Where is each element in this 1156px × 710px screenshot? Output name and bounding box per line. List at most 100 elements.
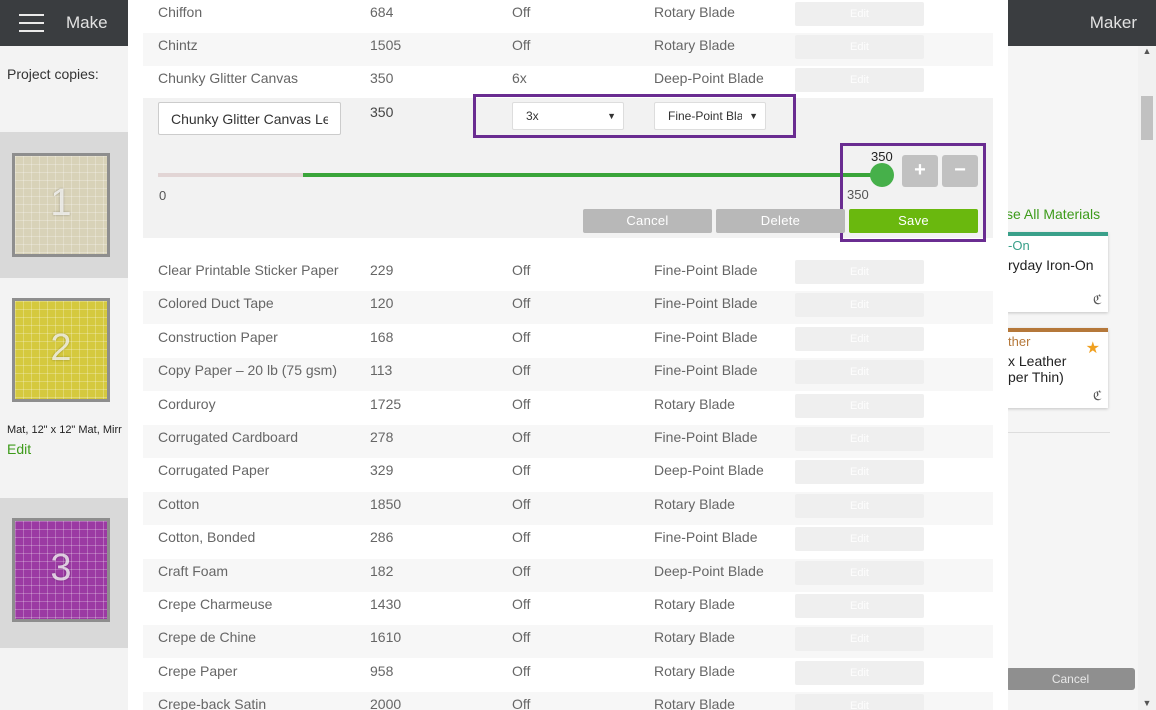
multi-cut-value: Off xyxy=(512,4,531,20)
mat-edit-link[interactable]: Edit xyxy=(7,441,31,457)
mat-description: Mat, 12" x 12" Mat, Mirr xyxy=(7,424,122,436)
blade-value: Deep-Point Blade xyxy=(654,563,764,579)
multi-cut-value: Off xyxy=(512,629,531,645)
material-name: Construction Paper xyxy=(158,329,278,345)
pressure-value: 168 xyxy=(370,329,394,345)
material-name: Copy Paper – 20 lb (75 gsm) xyxy=(158,362,337,378)
edit-button[interactable]: Edit xyxy=(795,68,924,92)
multi-cut-select[interactable]: 3x ▼ xyxy=(512,102,624,130)
pressure-value: 182 xyxy=(370,563,394,579)
save-button[interactable]: Save xyxy=(849,209,978,233)
edit-button[interactable]: Edit xyxy=(795,327,924,351)
blade-value: Rotary Blade xyxy=(654,696,735,710)
multi-cut-value: Off xyxy=(512,462,531,478)
cricut-c-icon: ℭ xyxy=(1092,388,1102,403)
edit-button[interactable]: Edit xyxy=(795,260,924,284)
multi-cut-value: 6x xyxy=(512,70,527,86)
mat-preview-1[interactable]: 1 xyxy=(0,132,128,278)
multi-cut-selected: 3x xyxy=(526,109,539,123)
material-name: Chiffon xyxy=(158,4,203,20)
pressure-value: 350 xyxy=(370,104,394,120)
multi-cut-value: Off xyxy=(512,37,531,53)
edit-button[interactable]: Edit xyxy=(795,35,924,59)
star-icon[interactable]: ★ xyxy=(1086,338,1100,358)
mat-preview-3[interactable]: 3 xyxy=(0,498,128,648)
material-name: Corrugated Paper xyxy=(158,462,270,478)
caret-down-icon: ▼ xyxy=(607,111,616,121)
material-name: Corduroy xyxy=(158,396,216,412)
right-panel: se All Materials -On ryday Iron-On ℭ the… xyxy=(1006,46,1138,710)
edit-button[interactable]: Edit xyxy=(795,360,924,384)
menu-icon[interactable] xyxy=(19,14,44,32)
blade-value: Rotary Blade xyxy=(654,37,735,53)
material-card[interactable]: -On ryday Iron-On ℭ xyxy=(1006,232,1108,312)
material-card[interactable]: ther ★ x Leather per Thin) ℭ xyxy=(1006,328,1108,408)
divider xyxy=(1006,432,1110,433)
material-name-input[interactable] xyxy=(158,102,341,135)
scrollbar-thumb[interactable] xyxy=(1141,96,1153,140)
edit-button[interactable]: Edit xyxy=(795,460,924,484)
blade-value: Rotary Blade xyxy=(654,629,735,645)
cricut-c-icon: ℭ xyxy=(1092,292,1102,307)
left-panel: Project copies: 1 2 Mat, 12" x 12" Mat, … xyxy=(0,46,128,710)
edit-button[interactable]: Edit xyxy=(795,2,924,26)
blade-value: Fine-Point Blade xyxy=(654,362,758,378)
increase-button[interactable]: + xyxy=(902,155,938,187)
scroll-up-icon[interactable]: ▲ xyxy=(1138,46,1156,56)
multi-cut-value: Off xyxy=(512,529,531,545)
mat-thumbnail[interactable]: 2 xyxy=(12,298,110,402)
scrollbar[interactable]: ▲ ▼ xyxy=(1138,46,1156,710)
edit-button[interactable]: Edit xyxy=(795,293,924,317)
browse-all-materials-link[interactable]: se All Materials xyxy=(1006,206,1100,222)
pressure-value: 113 xyxy=(370,362,393,378)
edit-button[interactable]: Edit xyxy=(795,594,924,618)
pressure-slider-track[interactable] xyxy=(158,173,882,177)
multi-cut-value: Off xyxy=(512,596,531,612)
material-name: Cotton, Bonded xyxy=(158,529,256,545)
app-title: Make xyxy=(66,13,108,32)
table-row: Crepe Paper 958 Off Rotary Blade Edit xyxy=(143,659,993,692)
pressure-value: 2000 xyxy=(370,696,402,710)
material-name: ryday Iron-On xyxy=(1008,257,1094,273)
project-copies-label: Project copies: xyxy=(7,66,99,82)
mat-number: 1 xyxy=(50,182,72,224)
mat-thumbnail: 1 xyxy=(12,153,110,257)
pressure-value: 329 xyxy=(370,462,394,478)
edit-button[interactable]: Edit xyxy=(795,527,924,551)
material-category: -On xyxy=(1008,238,1030,253)
material-name: Chunky Glitter Canvas xyxy=(158,70,299,86)
table-row: Copy Paper – 20 lb (75 gsm) 113 Off Fine-Po… xyxy=(143,358,993,391)
pressure-value: 1610 xyxy=(370,629,402,645)
materials-modal: Chiffon 684 Off Rotary Blade Edit Chintz… xyxy=(128,0,1008,710)
material-name: Crepe-back Satin xyxy=(158,696,267,710)
delete-button[interactable]: Delete xyxy=(716,209,845,233)
multi-cut-value: Off xyxy=(512,696,531,710)
edit-button[interactable]: Edit xyxy=(795,561,924,585)
edit-button[interactable]: Edit xyxy=(795,627,924,651)
edit-button[interactable]: Edit xyxy=(795,494,924,518)
cancel-button[interactable]: Cancel xyxy=(1006,668,1135,690)
multi-cut-value: Off xyxy=(512,295,531,311)
edit-button[interactable]: Edit xyxy=(795,394,924,418)
blade-select[interactable]: Fine-Point Blade ▼ xyxy=(654,102,766,130)
edit-button[interactable]: Edit xyxy=(795,694,924,710)
blade-value: Fine-Point Blade xyxy=(654,429,758,445)
pressure-value: 278 xyxy=(370,429,394,445)
decrease-button[interactable]: − xyxy=(942,155,978,187)
multi-cut-value: Off xyxy=(512,262,531,278)
material-name: Crepe Charmeuse xyxy=(158,596,273,612)
material-name: Clear Printable Sticker Paper xyxy=(158,262,339,278)
blade-value: Fine-Point Blade xyxy=(654,529,758,545)
pressure-value: 286 xyxy=(370,529,394,545)
pressure-value: 350 xyxy=(370,70,394,86)
pressure-value: 1430 xyxy=(370,596,402,612)
material-name: Cotton xyxy=(158,496,200,512)
cancel-button[interactable]: Cancel xyxy=(583,209,712,233)
table-row: Chiffon 684 Off Rotary Blade Edit xyxy=(143,0,993,33)
scroll-down-icon[interactable]: ▼ xyxy=(1138,698,1156,708)
table-row: Corrugated Paper 329 Off Deep-Point Blade Ed… xyxy=(143,458,993,491)
material-name: Craft Foam xyxy=(158,563,229,579)
edit-button[interactable]: Edit xyxy=(795,661,924,685)
blade-value: Fine-Point Blade xyxy=(654,329,758,345)
edit-button[interactable]: Edit xyxy=(795,427,924,451)
